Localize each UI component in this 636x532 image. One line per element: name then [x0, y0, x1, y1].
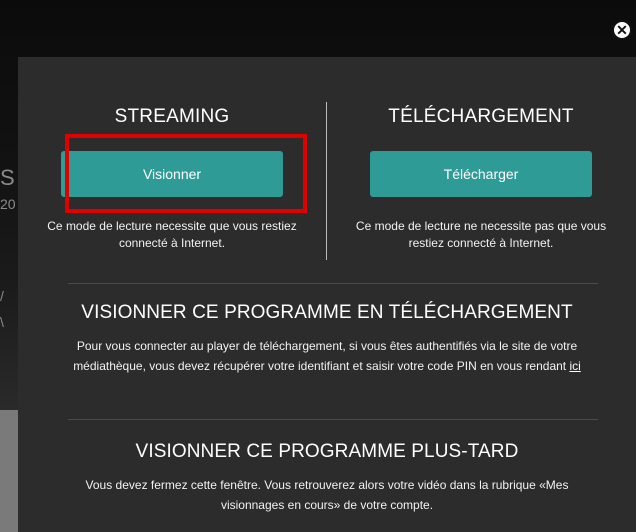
- bg-glyph: /: [0, 288, 4, 304]
- streaming-button-wrap: Visionner: [18, 134, 326, 213]
- playback-mode-modal: STREAMING Visionner Ce mode de lecture n…: [18, 57, 636, 532]
- download-title: TÉLÉCHARGEMENT: [388, 106, 574, 127]
- download-program-text-body: Pour vous connecter au player de télécha…: [73, 339, 578, 373]
- download-description: Ce mode de lecture ne necessite pas que …: [355, 219, 607, 250]
- section-divider: [68, 419, 598, 420]
- bg-glyph: \: [0, 314, 4, 330]
- ici-link[interactable]: ici: [569, 359, 580, 373]
- close-icon[interactable]: ✕: [612, 20, 632, 40]
- download-column: TÉLÉCHARGEMENT Télécharger Ce mode de le…: [326, 57, 636, 252]
- streaming-title: STREAMING: [114, 106, 230, 127]
- streaming-column: STREAMING Visionner Ce mode de lecture n…: [18, 57, 326, 252]
- later-section: VISIONNER CE PROGRAMME PLUS-TARD Vous de…: [18, 441, 636, 515]
- bg-glyph: S: [0, 165, 15, 190]
- highlight-box: [65, 134, 307, 213]
- download-program-section: VISIONNER CE PROGRAMME EN TÉLÉCHARGEMENT…: [18, 302, 636, 376]
- download-button-wrap: Télécharger: [326, 151, 636, 197]
- download-program-text: Pour vous connecter au player de télécha…: [57, 336, 597, 376]
- background-text: S 20 / \: [0, 165, 20, 335]
- section-divider: [68, 283, 598, 284]
- telecharger-button[interactable]: Télécharger: [370, 151, 592, 197]
- download-program-title: VISIONNER CE PROGRAMME EN TÉLÉCHARGEMENT: [81, 302, 573, 323]
- bg-glyph: 20: [0, 196, 16, 212]
- later-text: Vous devez fermez cette fenêtre. Vous re…: [85, 478, 569, 512]
- streaming-description: Ce mode de lecture necessite que vous re…: [47, 219, 297, 250]
- later-title: VISIONNER CE PROGRAMME PLUS-TARD: [135, 441, 519, 462]
